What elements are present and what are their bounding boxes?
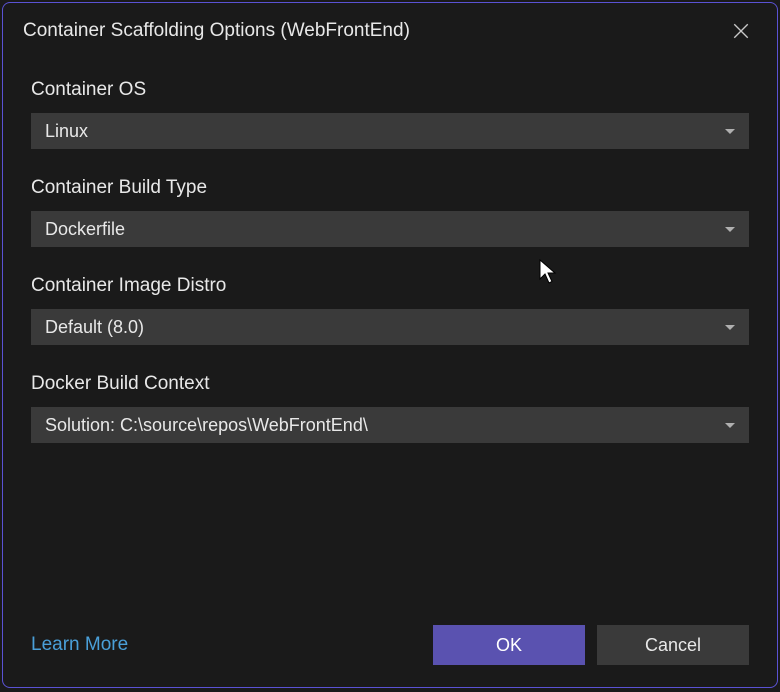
learn-more-link[interactable]: Learn More — [31, 634, 128, 656]
chevron-down-icon — [725, 227, 735, 232]
field-container-os: Container OS Linux — [31, 79, 749, 149]
container-os-value: Linux — [45, 121, 88, 142]
chevron-down-icon — [725, 129, 735, 134]
container-os-label: Container OS — [31, 79, 749, 101]
field-image-distro: Container Image Distro Default (8.0) — [31, 275, 749, 345]
image-distro-dropdown[interactable]: Default (8.0) — [31, 309, 749, 345]
dialog-content: Container OS Linux Container Build Type … — [3, 59, 777, 607]
close-icon — [732, 22, 750, 40]
chevron-down-icon — [725, 423, 735, 428]
build-type-value: Dockerfile — [45, 219, 125, 240]
build-context-dropdown[interactable]: Solution: C:\source\repos\WebFrontEnd\ — [31, 407, 749, 443]
close-button[interactable] — [725, 15, 757, 47]
titlebar: Container Scaffolding Options (WebFrontE… — [3, 3, 777, 59]
container-os-dropdown[interactable]: Linux — [31, 113, 749, 149]
dialog-title: Container Scaffolding Options (WebFrontE… — [23, 20, 410, 42]
ok-button[interactable]: OK — [433, 625, 585, 665]
image-distro-label: Container Image Distro — [31, 275, 749, 297]
cancel-button[interactable]: Cancel — [597, 625, 749, 665]
image-distro-value: Default (8.0) — [45, 317, 144, 338]
chevron-down-icon — [725, 325, 735, 330]
field-build-type: Container Build Type Dockerfile — [31, 177, 749, 247]
build-type-label: Container Build Type — [31, 177, 749, 199]
field-build-context: Docker Build Context Solution: C:\source… — [31, 373, 749, 443]
build-type-dropdown[interactable]: Dockerfile — [31, 211, 749, 247]
build-context-value: Solution: C:\source\repos\WebFrontEnd\ — [45, 415, 368, 436]
dialog-footer: Learn More OK Cancel — [3, 607, 777, 687]
button-group: OK Cancel — [433, 625, 749, 665]
dialog-container: Container Scaffolding Options (WebFrontE… — [2, 2, 778, 688]
build-context-label: Docker Build Context — [31, 373, 749, 395]
